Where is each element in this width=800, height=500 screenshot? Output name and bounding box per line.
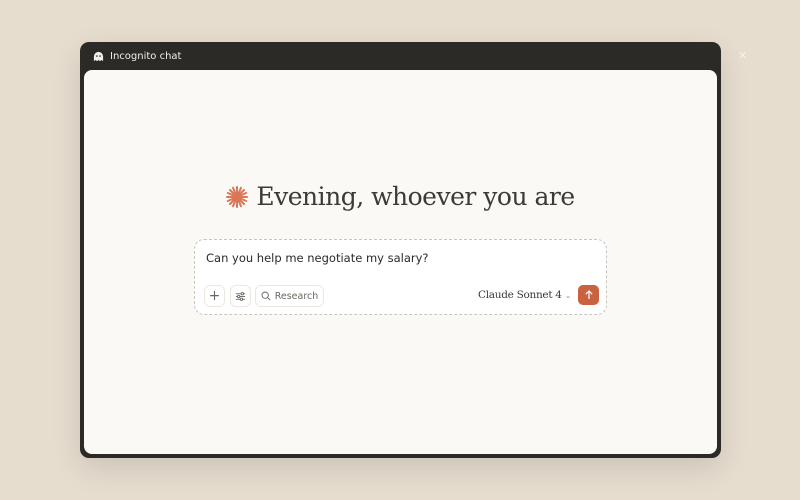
- greeting-text: Evening, whoever you are: [256, 182, 575, 211]
- composer[interactable]: Can you help me negotiate my salary? + R…: [194, 239, 607, 315]
- research-label: Research: [274, 290, 319, 302]
- research-button[interactable]: Research: [255, 285, 324, 307]
- prompt-input[interactable]: Can you help me negotiate my salary?: [206, 251, 429, 265]
- tools-button[interactable]: [230, 285, 251, 307]
- window-title: Incognito chat: [110, 50, 182, 62]
- ghost-icon: [93, 51, 104, 61]
- model-name: Claude Sonnet 4: [478, 289, 562, 301]
- sliders-icon: [235, 291, 246, 301]
- plus-icon: +: [208, 288, 221, 304]
- greeting: Evening, whoever you are: [84, 182, 717, 211]
- send-button[interactable]: [578, 285, 599, 305]
- add-button[interactable]: +: [204, 285, 225, 307]
- title-bar: Incognito chat: [80, 42, 721, 70]
- arrow-up-icon: [584, 290, 593, 299]
- chevron-down-icon: ⌄: [564, 291, 572, 300]
- sparkle-icon: [226, 185, 249, 208]
- close-icon[interactable]: ✕: [738, 49, 747, 62]
- search-icon: [261, 291, 271, 301]
- model-selector[interactable]: Claude Sonnet 4 ⌄: [478, 289, 571, 301]
- chat-panel: Evening, whoever you are Can you help me…: [84, 70, 717, 454]
- incognito-window: Incognito chat Evening, whoever you are …: [80, 42, 721, 458]
